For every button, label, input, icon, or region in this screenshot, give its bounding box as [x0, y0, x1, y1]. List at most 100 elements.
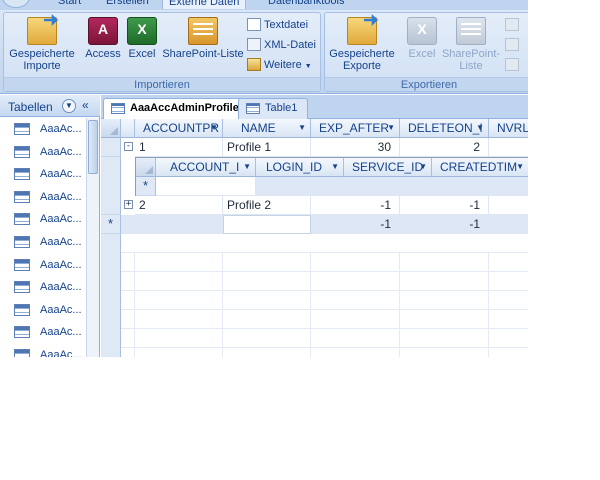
excel-icon: [127, 17, 157, 45]
grid-line: [222, 252, 223, 357]
cell-name[interactable]: Profile 2: [223, 196, 311, 215]
cell-accountpr[interactable]: 2: [135, 196, 223, 215]
nav-scrollbar[interactable]: [86, 118, 99, 357]
nav-table-item[interactable]: AaaAc...: [0, 344, 86, 357]
nav-title[interactable]: Tabellen: [8, 100, 53, 114]
saved-exports-button[interactable]: Gespeicherte Exporte: [327, 17, 397, 72]
cell-name[interactable]: Profile 1: [223, 138, 311, 157]
nav-table-item[interactable]: AaaAc...: [0, 118, 86, 141]
table-icon: [14, 235, 30, 248]
cell-exp-after[interactable]: -1: [311, 196, 400, 215]
ribbon-tab-strip: Start Erstellen Externe Daten Datenbankt…: [0, 0, 528, 10]
column-header-name[interactable]: NAME ▼: [223, 119, 311, 138]
grid-line: [121, 290, 528, 291]
nav-table-item[interactable]: AaaAc...: [0, 208, 86, 231]
column-header-label: ACCOUNTPR: [143, 121, 220, 135]
export-excel-label: Excel: [408, 48, 436, 60]
cell-nvrlo[interactable]: [489, 138, 528, 157]
column-header-nvrlo[interactable]: NVRLO: [489, 119, 528, 138]
nav-table-item[interactable]: AaaAc...: [0, 186, 86, 209]
export-small-button-3[interactable]: [505, 57, 522, 74]
table-icon: [111, 103, 125, 114]
new-cell-accountpr[interactable]: [121, 215, 223, 234]
sub-cell-login-id[interactable]: [256, 177, 344, 196]
sub-column-header-service-id[interactable]: SERVICE_ID ▼: [344, 158, 432, 177]
import-access-button[interactable]: Access: [84, 17, 122, 60]
import-more-label: Weitere: [264, 59, 302, 71]
nav-scrollbar-thumb[interactable]: [88, 120, 98, 174]
chevron-down-icon[interactable]: ▼: [331, 158, 339, 176]
table-icon: [14, 326, 30, 339]
nav-table-item[interactable]: AaaAc...: [0, 163, 86, 186]
sub-cell-account-i[interactable]: [156, 177, 256, 196]
grid-line: [121, 252, 528, 253]
table-icon: [14, 168, 30, 181]
nav-table-item[interactable]: AaaAc...: [0, 231, 86, 254]
nav-table-item[interactable]: AaaAc...: [0, 276, 86, 299]
tab-erstellen[interactable]: Erstellen: [100, 0, 155, 9]
office-button[interactable]: [2, 0, 30, 8]
tab-start[interactable]: Start: [52, 0, 87, 9]
chevron-down-icon[interactable]: ▼: [210, 119, 218, 137]
cell-deleteon[interactable]: -1: [400, 196, 489, 215]
sub-new-row-marker[interactable]: *: [136, 177, 156, 196]
import-xml-button[interactable]: XML-Datei: [247, 37, 316, 54]
import-sharepoint-button[interactable]: SharePoint-Liste: [162, 17, 244, 60]
nav-collapse-button[interactable]: «: [82, 98, 89, 112]
new-cell-deleteon[interactable]: -1: [400, 215, 489, 234]
column-header-exp-after[interactable]: EXP_AFTER ▼: [311, 119, 400, 138]
doc-tab-aaaaccadminprofile[interactable]: AaaAccAdminProfile: [103, 98, 250, 120]
cell-nvrlo[interactable]: [489, 196, 528, 215]
sub-column-header-createdtim[interactable]: CREATEDTIM ▼: [432, 158, 528, 177]
chevron-down-icon[interactable]: ▼: [476, 119, 484, 137]
collapse-icon[interactable]: -: [124, 142, 133, 151]
sub-cell-service-id[interactable]: [344, 177, 432, 196]
sub-cell-createdtim[interactable]: [432, 177, 528, 196]
row-selector[interactable]: [101, 138, 121, 157]
new-cell-name[interactable]: [223, 215, 311, 234]
sub-column-header-login-id[interactable]: LOGIN_ID ▼: [256, 158, 344, 177]
cell-exp-after[interactable]: 30: [311, 138, 400, 157]
column-header-label: ACCOUNT_I: [170, 160, 240, 174]
nav-table-item[interactable]: AaaAc...: [0, 321, 86, 344]
import-textfile-button[interactable]: Textdatei: [247, 17, 308, 34]
export-small-button-1[interactable]: [505, 17, 522, 34]
import-more-button[interactable]: Weitere ▼: [247, 57, 312, 74]
chevron-down-icon[interactable]: ▼: [419, 158, 427, 176]
expand-icon[interactable]: +: [124, 200, 133, 209]
chevron-down-icon[interactable]: ▼: [243, 158, 251, 176]
column-header-deleteon[interactable]: DELETEON_I ▼: [400, 119, 489, 138]
tab-externe-daten[interactable]: Externe Daten: [162, 0, 247, 9]
subsheet-select-all-corner[interactable]: [136, 158, 156, 177]
table-icon: [14, 258, 30, 271]
new-row-marker[interactable]: *: [101, 215, 121, 234]
export-group-title: Exportieren: [325, 77, 528, 91]
import-sharepoint-label: SharePoint-Liste: [162, 48, 244, 60]
doc-tab-table1[interactable]: Table1: [238, 98, 309, 119]
saved-imports-button[interactable]: Gespeicherte Importe: [6, 17, 78, 72]
nav-table-item[interactable]: AaaAc...: [0, 141, 86, 164]
chevron-down-icon[interactable]: ▼: [298, 119, 306, 137]
column-header-label: CREATEDTIM: [440, 160, 518, 174]
import-textfile-label: Textdatei: [264, 19, 309, 31]
export-sharepoint-label: SharePoint-Liste: [441, 48, 501, 72]
cell-accountpr[interactable]: 1: [135, 138, 223, 157]
sub-column-header-account-i[interactable]: ACCOUNT_I ▼: [156, 158, 256, 177]
row-selector[interactable]: [101, 196, 121, 215]
chevron-down-icon[interactable]: ▼: [62, 99, 76, 113]
export-small-button-2[interactable]: [505, 37, 522, 54]
export-sharepoint-button[interactable]: SharePoint-Liste: [441, 17, 501, 72]
export-excel-button[interactable]: Excel: [403, 17, 441, 60]
select-all-corner[interactable]: [101, 119, 121, 138]
import-excel-button[interactable]: Excel: [124, 17, 160, 60]
chevron-down-icon[interactable]: ▼: [516, 158, 524, 176]
new-cell-nvrlo[interactable]: [489, 215, 528, 234]
new-cell-exp-after[interactable]: -1: [311, 215, 400, 234]
nav-table-item[interactable]: AaaAc...: [0, 254, 86, 277]
chevron-down-icon[interactable]: ▼: [387, 119, 395, 137]
column-header-accountpr[interactable]: ACCOUNTPR ▼: [135, 119, 223, 138]
cell-deleteon[interactable]: 2: [400, 138, 489, 157]
tab-datenbanktools[interactable]: Datenbanktools: [262, 0, 350, 9]
nav-table-item[interactable]: AaaAc...: [0, 299, 86, 322]
nav-table-label: AaaAc...: [40, 145, 82, 158]
